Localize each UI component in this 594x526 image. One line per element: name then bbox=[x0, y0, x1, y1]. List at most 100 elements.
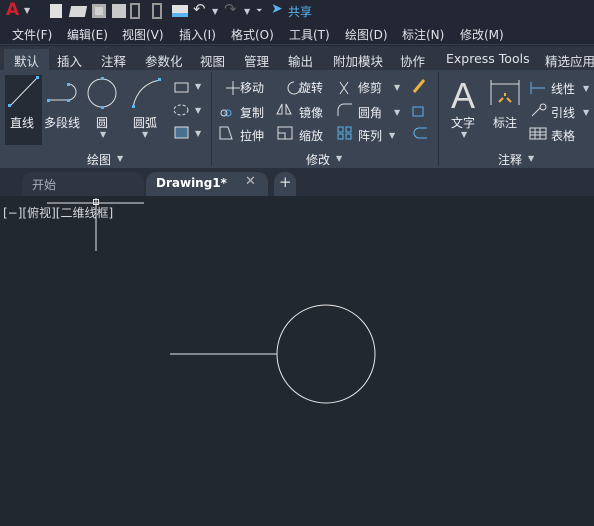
chevron-down-icon[interactable]: ▼ bbox=[195, 129, 201, 138]
menu-format[interactable]: 格式(O) bbox=[231, 26, 274, 43]
tab-addins[interactable]: 附加模块 bbox=[333, 51, 383, 70]
arc-button[interactable]: 圆弧 bbox=[133, 114, 157, 131]
open-from-web-icon[interactable] bbox=[130, 3, 140, 19]
menu-file[interactable]: 文件(F) bbox=[12, 26, 52, 43]
print-icon[interactable] bbox=[172, 5, 188, 17]
menu-modify[interactable]: 修改(M) bbox=[460, 26, 504, 43]
chevron-down-icon[interactable]: ▼ bbox=[117, 154, 123, 163]
chevron-down-icon[interactable]: ▼ bbox=[583, 84, 589, 93]
tab-featured-apps[interactable]: 精选应用 bbox=[545, 51, 594, 70]
save-to-web-icon[interactable] bbox=[152, 3, 162, 19]
move-button[interactable]: 移动 bbox=[240, 79, 264, 96]
modify-panel-title[interactable]: 修改 bbox=[306, 151, 330, 168]
polyline-icon bbox=[47, 83, 77, 102]
chevron-down-icon[interactable]: ▼ bbox=[195, 106, 201, 115]
menu-edit[interactable]: 编辑(E) bbox=[67, 26, 108, 43]
chevron-down-icon[interactable]: ▼ bbox=[394, 108, 400, 117]
menu-insert[interactable]: 插入(I) bbox=[179, 26, 216, 43]
tab-insert[interactable]: 插入 bbox=[57, 51, 82, 70]
scale-icon bbox=[277, 126, 293, 140]
move-icon bbox=[226, 81, 240, 95]
mirror-button[interactable]: 镜像 bbox=[299, 104, 323, 121]
polyline-button[interactable]: 多段线 bbox=[44, 114, 80, 131]
chevron-down-icon[interactable]: ▼ bbox=[100, 130, 106, 139]
tab-collaborate[interactable]: 协作 bbox=[400, 51, 425, 70]
tab-default[interactable]: 默认 bbox=[4, 49, 50, 70]
line-button-bg[interactable] bbox=[5, 75, 42, 145]
chevron-down-icon[interactable]: ▼ bbox=[528, 154, 534, 163]
menu-bar: 文件(F) 编辑(E) 视图(V) 插入(I) 格式(O) 工具(T) 绘图(D… bbox=[0, 22, 594, 45]
autocad-logo-icon[interactable]: A bbox=[6, 0, 19, 20]
ribbon-panel: A 直线 多段线 圆 圆弧 ▼ ▼ ▼ ▼ ▼ 绘图 ▼ 移动 旋转 修剪 复制… bbox=[0, 70, 594, 168]
rotate-button[interactable]: 旋转 bbox=[299, 79, 323, 96]
line-button[interactable]: 直线 bbox=[10, 114, 34, 131]
menu-dimension[interactable]: 标注(N) bbox=[402, 26, 444, 43]
linear-button[interactable]: 线性 bbox=[551, 80, 575, 97]
share-icon[interactable]: ➤ bbox=[271, 1, 283, 17]
menu-view[interactable]: 视图(V) bbox=[122, 26, 164, 43]
tab-express-tools[interactable]: Express Tools bbox=[446, 51, 530, 66]
stretch-icon bbox=[219, 126, 233, 140]
close-icon[interactable]: ✕ bbox=[245, 174, 256, 189]
stretch-button[interactable]: 拉伸 bbox=[240, 127, 264, 144]
tab-start-label: 开始 bbox=[32, 178, 57, 192]
leader-icon bbox=[531, 107, 541, 117]
tab-output[interactable]: 输出 bbox=[288, 51, 313, 70]
chevron-down-icon[interactable]: ▼ bbox=[461, 130, 467, 139]
tab-manage[interactable]: 管理 bbox=[244, 51, 269, 70]
rectangle-icon[interactable] bbox=[174, 82, 189, 93]
chevron-down-icon[interactable]: ▼ bbox=[244, 7, 250, 16]
drawn-circle[interactable] bbox=[276, 304, 376, 404]
chevron-down-icon[interactable]: ▼ bbox=[142, 130, 148, 139]
table-icon bbox=[529, 127, 547, 140]
circle-button[interactable]: 圆 bbox=[96, 114, 108, 131]
chevron-down-icon[interactable]: ▼ bbox=[394, 83, 400, 92]
fillet-icon bbox=[337, 103, 352, 116]
hatch-icon[interactable] bbox=[174, 126, 189, 139]
redo-icon[interactable]: ↷ bbox=[224, 0, 237, 18]
chevron-down-icon[interactable]: ▼ bbox=[24, 6, 30, 15]
arc-icon bbox=[132, 78, 161, 108]
drawing-canvas[interactable]: [−][俯视][二维线框] bbox=[0, 196, 594, 526]
trim-button[interactable]: 修剪 bbox=[358, 79, 382, 96]
chevron-down-icon[interactable]: ▼ bbox=[195, 82, 201, 91]
circle-icon bbox=[87, 77, 117, 109]
quick-access-toolbar: A ▼ ↶ ▼ ↷ ▼ ⏷ ➤ 共享 bbox=[0, 0, 594, 22]
explode-icon bbox=[412, 106, 424, 117]
undo-icon[interactable]: ↶ bbox=[193, 0, 206, 18]
chevron-down-icon[interactable]: ▼ bbox=[583, 108, 589, 117]
leader-button[interactable]: 引线 bbox=[551, 104, 575, 121]
chevron-down-icon[interactable]: ▼ bbox=[336, 154, 342, 163]
copy-button[interactable]: 复制 bbox=[240, 104, 264, 121]
mirror-icon bbox=[276, 103, 292, 115]
menu-draw[interactable]: 绘图(D) bbox=[345, 26, 388, 43]
ellipse-icon[interactable] bbox=[173, 104, 189, 116]
dimension-button[interactable]: 标注 bbox=[493, 114, 517, 131]
open-icon[interactable] bbox=[68, 6, 88, 17]
ribbon-tabs: 默认 插入 注释 参数化 视图 管理 输出 附加模块 协作 Express To… bbox=[0, 46, 594, 70]
tab-view[interactable]: 视图 bbox=[200, 51, 225, 70]
tab-annotate[interactable]: 注释 bbox=[101, 51, 126, 70]
scale-button[interactable]: 缩放 bbox=[299, 127, 323, 144]
tab-start[interactable]: 开始 bbox=[22, 172, 144, 196]
chevron-down-icon[interactable]: ▼ bbox=[212, 7, 218, 16]
customize-icon[interactable]: ⏷ bbox=[256, 6, 262, 16]
text-button[interactable]: 文字 bbox=[451, 114, 475, 131]
array-icon bbox=[337, 126, 352, 140]
tab-parametric[interactable]: 参数化 bbox=[145, 51, 183, 70]
save-icon[interactable] bbox=[92, 4, 106, 18]
array-button[interactable]: 阵列 bbox=[358, 127, 382, 144]
share-button[interactable]: 共享 bbox=[288, 3, 312, 20]
annotation-panel-title[interactable]: 注释 bbox=[498, 151, 522, 168]
new-tab-button[interactable]: + bbox=[274, 172, 296, 196]
draw-panel-title[interactable]: 绘图 bbox=[87, 151, 111, 168]
tab-drawing1[interactable]: Drawing1* ✕ bbox=[146, 172, 268, 196]
dimension-icon bbox=[490, 80, 520, 105]
fillet-button[interactable]: 圆角 bbox=[358, 104, 382, 121]
new-icon[interactable] bbox=[50, 4, 62, 18]
table-button[interactable]: 表格 bbox=[551, 127, 575, 144]
tab-drawing1-label: Drawing1* bbox=[156, 176, 227, 190]
save-as-icon[interactable] bbox=[112, 4, 126, 18]
menu-tools[interactable]: 工具(T) bbox=[289, 26, 330, 43]
chevron-down-icon[interactable]: ▼ bbox=[389, 131, 395, 140]
